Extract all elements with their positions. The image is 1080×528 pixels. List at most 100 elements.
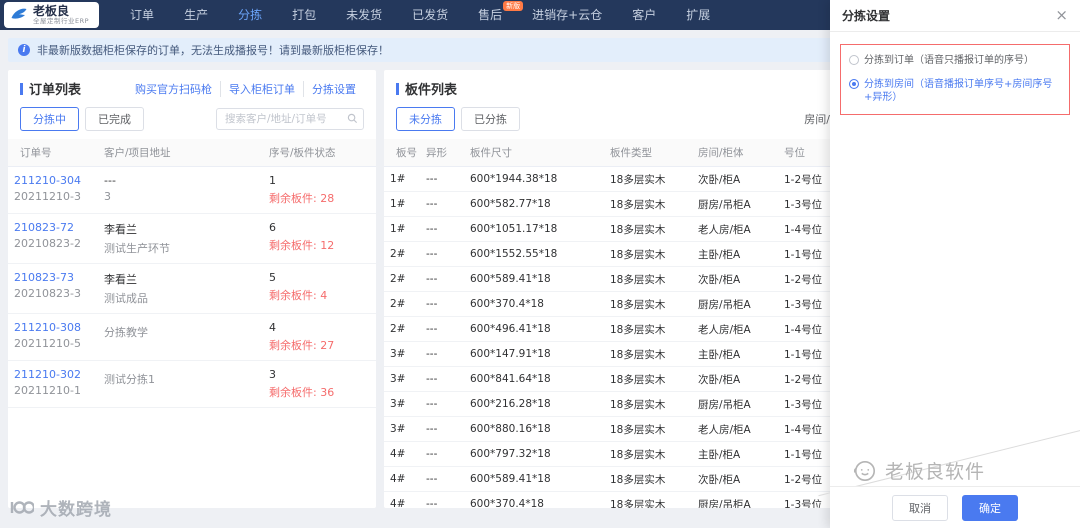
column-header: 板件尺寸 [464,139,604,167]
nav-item-label: 售后 [478,8,503,22]
order-row[interactable]: 210823-72 20210823-2 李看兰 测试生产环节 6 剩余板件: 12 [8,213,376,264]
order-no-cell: 211210-308 20211210-5 [8,313,98,361]
board-cell-room-cabinet: 厨房/吊柜A [692,191,778,217]
board-cell-shaped: --- [420,266,464,292]
nav-item-extensions[interactable]: 扩展 [671,0,725,30]
sorting-option-1[interactable]: 分拣到房间（语音播报订单序号+房间序号+异形） [849,78,1061,105]
board-cell-board-no[interactable]: 3# [384,366,420,392]
nav-item-orders[interactable]: 订单 [115,0,169,30]
order-row[interactable]: 211210-304 20211210-3 --- 3 1 剩余板件: 28 [8,166,376,214]
customer-address: 分拣教学 [104,326,148,339]
board-cell-board-no[interactable]: 2# [384,241,420,267]
drawer-footer: 取消 确定 [830,486,1080,528]
board-cell-board-size: 600*216.28*18 [464,391,604,417]
boards-panel-title: 板件列表 [405,83,458,98]
orders-link-import-orders[interactable]: 导入柜柜订单 [220,80,303,97]
order-customer-cell: 测试分拣1 [98,360,263,408]
nav-item-shipped[interactable]: 已发货 [397,0,463,30]
orders-search [216,108,364,130]
board-cell-board-no[interactable]: 2# [384,291,420,317]
board-cell-board-size: 600*589.41*18 [464,466,604,492]
order-date: 20210823-3 [14,287,81,300]
page-watermark-text: 大数跨境 [40,500,112,520]
column-header: 订单号 [8,139,98,167]
brand-watermark-text: 老板良软件 [885,461,986,483]
board-cell-board-type: 18多层实木 [604,216,692,242]
board-cell-room-cabinet: 老人房/柜A [692,416,778,442]
info-icon: i [18,44,30,56]
board-cell-room-cabinet: 次卧/柜A [692,266,778,292]
sorting-option-0[interactable]: 分拣到订单（语音只播报订单的序号） [849,54,1061,68]
orders-tabs-1[interactable]: 已完成 [85,107,144,131]
board-cell-board-size: 600*582.77*18 [464,191,604,217]
app-logo[interactable]: 老板良 全屋定制行业ERP [4,2,100,28]
order-date: 20211210-3 [14,190,81,203]
order-no-link[interactable]: 211210-308 [14,321,92,334]
sorting-options: 分拣到订单（语音只播报订单的序号） 分拣到房间（语音播报订单序号+房间序号+异形） [840,44,1070,115]
board-cell-shaped: --- [420,391,464,417]
nav-item-label: 未发货 [346,8,383,22]
board-cell-room-cabinet: 次卧/柜A [692,466,778,492]
nav-item-sorting[interactable]: 分拣 [223,0,277,30]
board-cell-board-no[interactable]: 4# [384,466,420,492]
close-icon[interactable]: × [1055,8,1068,23]
sorting-option-label: 分拣到房间（语音播报订单序号+房间序号+异形） [864,78,1053,104]
order-date: 20211210-5 [14,337,81,350]
search-input[interactable] [216,108,364,130]
column-header: 异形 [420,139,464,167]
nav-item-production[interactable]: 生产 [169,0,223,30]
board-cell-board-size: 600*370.4*18 [464,291,604,317]
nav-item-aftersale[interactable]: 售后 新版 [463,0,524,30]
board-cell-board-type: 18多层实木 [604,391,692,417]
order-no-link[interactable]: 210823-73 [14,271,92,284]
nav-item-unshipped[interactable]: 未发货 [331,0,397,30]
order-row[interactable]: 211210-302 20211210-1 测试分拣1 3 剩余板件: 36 [8,360,376,408]
nav-item-label: 扩展 [686,8,711,22]
board-cell-board-no[interactable]: 2# [384,266,420,292]
confirm-button[interactable]: 确定 [962,494,1018,521]
order-no-link[interactable]: 210823-72 [14,221,92,234]
board-cell-board-no[interactable]: 1# [384,166,420,192]
board-cell-shaped: --- [420,291,464,317]
order-remaining-count: 剩余板件: 28 [269,192,335,205]
board-cell-room-cabinet: 次卧/柜A [692,166,778,192]
nav-item-packing[interactable]: 打包 [277,0,331,30]
board-cell-board-no[interactable]: 3# [384,341,420,367]
boards-tabs-0[interactable]: 未分拣 [396,107,455,131]
orders-link-sorting-settings[interactable]: 分拣设置 [303,80,364,97]
board-cell-board-no[interactable]: 1# [384,191,420,217]
board-cell-board-no[interactable]: 3# [384,391,420,417]
order-no-cell: 210823-72 20210823-2 [8,213,98,264]
order-status-cell: 6 剩余板件: 12 [263,213,376,264]
orders-link-buy-scanner[interactable]: 购买官方扫码枪 [127,81,220,97]
board-cell-board-no[interactable]: 4# [384,491,420,508]
nav-item-inventory-cloud[interactable]: 进销存+云仓 [517,0,617,30]
alert-text: 非最新版数据柜柜保存的订单，无法生成播报号！请到最新版柜柜保存！ [37,44,389,57]
logo-icon [10,6,28,24]
board-cell-board-type: 18多层实木 [604,491,692,508]
order-row[interactable]: 210823-73 20210823-3 李看兰 测试成品 5 剩余板件: 4 [8,263,376,314]
board-cell-shaped: --- [420,341,464,367]
cancel-button[interactable]: 取消 [892,494,948,521]
board-cell-board-no[interactable]: 4# [384,441,420,467]
order-no-link[interactable]: 211210-304 [14,174,92,187]
order-row[interactable]: 211210-308 20211210-5 分拣教学 4 剩余板件: 27 [8,313,376,361]
board-cell-board-no[interactable]: 1# [384,216,420,242]
board-cell-board-no[interactable]: 3# [384,416,420,442]
board-cell-board-size: 600*880.16*18 [464,416,604,442]
sorting-option-label: 分拣到订单（语音只播报订单的序号） [864,55,1034,66]
brand-watermark: 老板良软件 [852,457,985,484]
board-cell-board-size: 600*370.4*18 [464,491,604,508]
order-no-link[interactable]: 211210-302 [14,368,92,381]
boards-tabs-1[interactable]: 已分拣 [461,107,520,131]
order-date: 20210823-2 [14,237,81,250]
title-accent-bar [20,82,23,95]
boards-tabs: 未分拣 已分拣 [396,107,520,131]
customer-address: 测试生产环节 [104,242,170,255]
board-cell-board-type: 18多层实木 [604,241,692,267]
orders-tabs-0[interactable]: 分拣中 [20,107,79,131]
board-cell-board-type: 18多层实木 [604,266,692,292]
board-cell-board-no[interactable]: 2# [384,316,420,342]
order-remaining-count: 剩余板件: 4 [269,289,328,302]
nav-item-customers[interactable]: 客户 [617,0,671,30]
